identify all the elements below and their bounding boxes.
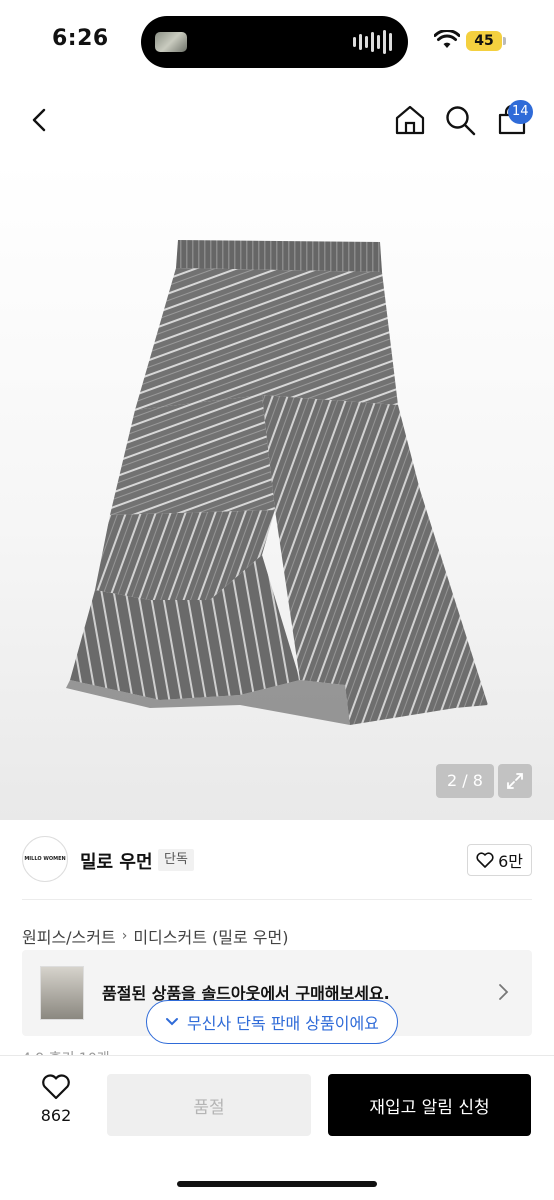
- wish-button[interactable]: 862: [28, 1074, 84, 1138]
- audio-wave-icon: [353, 30, 392, 54]
- battery-nub: [503, 37, 506, 45]
- bottom-action-bar: 862 품절 재입고 알림 신청: [0, 1055, 554, 1200]
- exclusive-notice-pill[interactable]: 무신사 단독 판매 상품이에요: [146, 1000, 398, 1044]
- brand-like-button[interactable]: 6만: [467, 844, 532, 876]
- product-image[interactable]: 2 / 8: [0, 160, 554, 820]
- brand-row: MILLO WOMEN 밀로 우먼 단독 6만: [22, 836, 532, 884]
- brand-logo[interactable]: MILLO WOMEN: [22, 836, 68, 882]
- breadcrumb-category[interactable]: 원피스/스커트: [22, 924, 116, 948]
- wifi-icon: [434, 30, 460, 48]
- media-thumb-icon: [155, 32, 187, 52]
- exclusive-tag: 단독: [158, 849, 194, 871]
- status-time: 6:26: [52, 26, 109, 51]
- chevron-right-icon: [499, 984, 509, 1000]
- top-nav: 14: [0, 82, 554, 162]
- search-icon[interactable]: [442, 102, 478, 138]
- expand-icon: [507, 773, 523, 789]
- soldout-button: 품절: [107, 1074, 311, 1136]
- dynamic-island: [141, 16, 408, 68]
- chevron-down-icon: [166, 1018, 178, 1026]
- back-chevron-icon[interactable]: [22, 102, 58, 138]
- breadcrumb: 원피스/스커트 › 미디스커트 (밀로 우먼): [22, 924, 288, 948]
- divider: [22, 899, 532, 900]
- skirt-illustration: [66, 240, 488, 725]
- heart-icon: [476, 852, 494, 868]
- home-icon[interactable]: [392, 102, 428, 138]
- brand-name[interactable]: 밀로 우먼: [80, 848, 153, 874]
- exclusive-label: 무신사 단독 판매 상품이에요: [187, 1014, 379, 1033]
- cart-count-badge: 14: [508, 100, 533, 124]
- restock-alert-button[interactable]: 재입고 알림 신청: [328, 1074, 531, 1136]
- heart-icon: [42, 1074, 70, 1100]
- wish-count: 862: [40, 1106, 72, 1125]
- expand-button[interactable]: [498, 764, 532, 798]
- brand-like-count: 6만: [498, 852, 523, 871]
- chevron-right-icon: ›: [121, 928, 128, 944]
- status-bar: 6:26 45: [0, 0, 554, 82]
- breadcrumb-subcategory[interactable]: 미디스커트 (밀로 우먼): [133, 924, 288, 948]
- battery-icon: 45: [466, 31, 502, 51]
- soldout-thumbnail: [40, 966, 84, 1020]
- home-indicator: [177, 1181, 377, 1187]
- image-counter: 2 / 8: [436, 764, 494, 798]
